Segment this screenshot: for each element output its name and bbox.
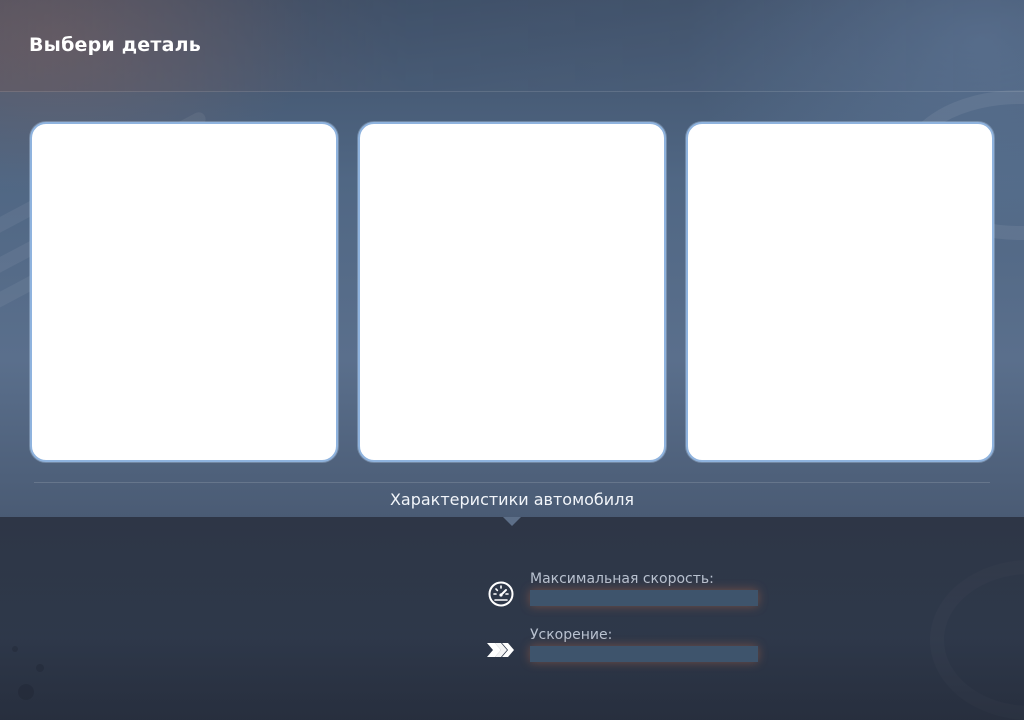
max-speed-bar (530, 590, 758, 606)
acceleration-bar (530, 646, 758, 662)
acceleration-chevrons-icon (486, 635, 516, 665)
car-stats-header: Характеристики автомобиля (34, 482, 990, 516)
car-stats-panel (0, 517, 1024, 720)
speedometer-icon (486, 579, 516, 609)
header: Выбери деталь (0, 0, 1024, 92)
acceleration-label: Ускорение: (530, 627, 613, 643)
part-card-1[interactable] (30, 122, 338, 462)
max-speed-label: Максимальная скорость: (530, 571, 714, 587)
page-title: Выбери деталь (29, 34, 201, 56)
part-cards (30, 122, 994, 462)
part-card-2[interactable] (358, 122, 666, 462)
panel-pointer (503, 517, 521, 526)
part-card-3[interactable] (686, 122, 994, 462)
car-stats-title: Характеристики автомобиля (389, 490, 635, 509)
